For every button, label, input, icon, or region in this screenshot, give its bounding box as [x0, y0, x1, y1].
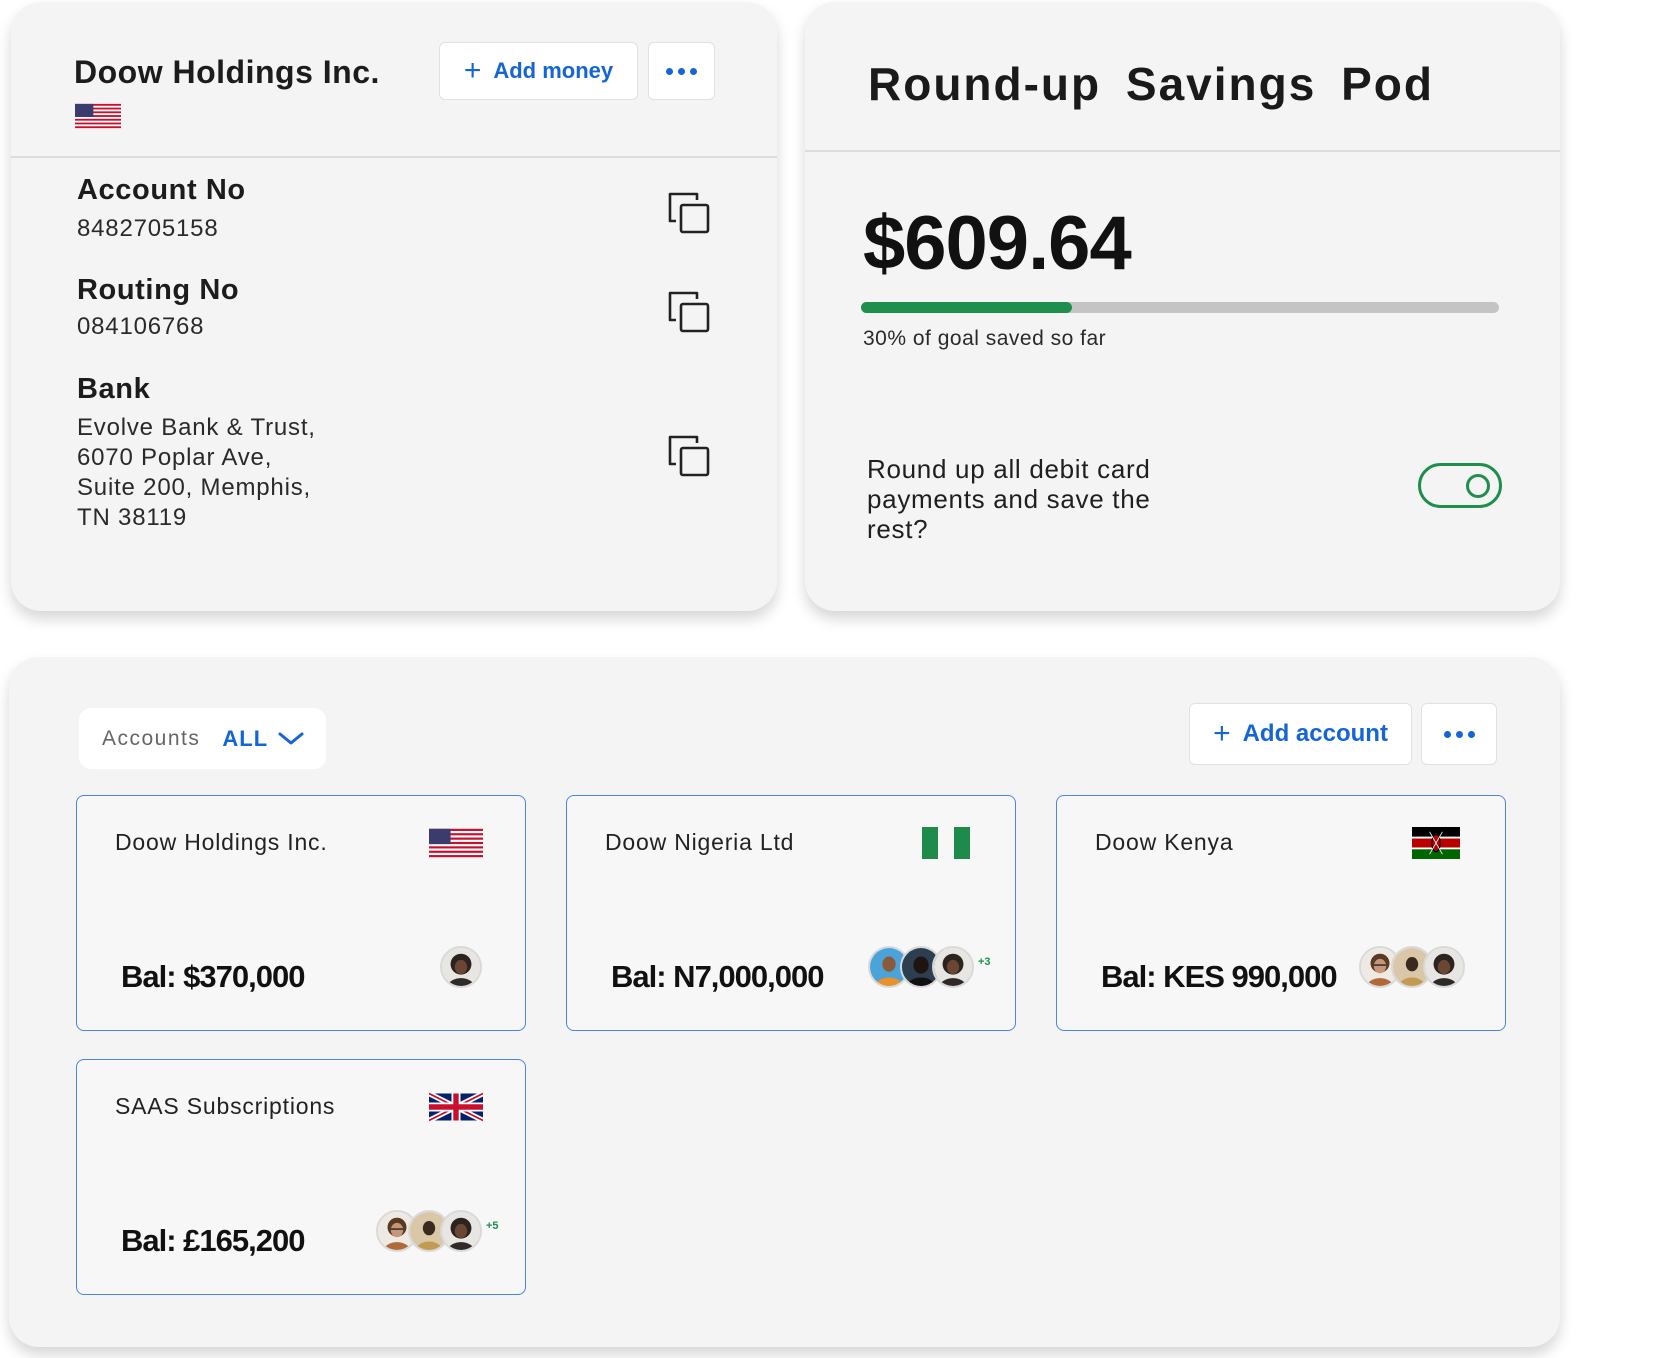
accounts-more-button[interactable] — [1421, 703, 1497, 765]
progress-caption: 30% of goal saved so far — [863, 327, 1107, 350]
kenya-flag-icon — [1409, 827, 1463, 859]
accounts-panel: Accounts ALL + Add account Doow Holdings… — [9, 657, 1560, 1347]
copy-bank-icon[interactable] — [666, 433, 712, 479]
account-card-doow-nigeria[interactable]: Doow Nigeria Ltd Bal: N7,000,000 +3 — [566, 795, 1016, 1031]
account-details-card: Doow Holdings Inc. + Add money Account N… — [11, 2, 777, 611]
account-card-name: Doow Holdings Inc. — [115, 829, 328, 855]
bank-address-line: 6070 Poplar Ave, — [77, 444, 273, 471]
toggle-knob — [1466, 474, 1490, 498]
copy-account-no-icon[interactable] — [666, 190, 712, 236]
accounts-filter-dropdown[interactable]: Accounts ALL — [79, 708, 326, 769]
bank-address-line: TN 38119 — [77, 504, 188, 531]
account-card-header: Doow Holdings Inc. + Add money — [11, 2, 777, 158]
bank-label: Bank — [77, 373, 151, 405]
roundup-question: Round up all debit card payments and sav… — [867, 454, 1151, 544]
account-card-name: SAAS Subscriptions — [115, 1093, 336, 1119]
pod-title: Round-up Savings Pod — [868, 58, 1434, 110]
account-card-doow-holdings[interactable]: Doow Holdings Inc. Bal: $370,000 — [76, 795, 526, 1031]
us-flag-icon — [429, 827, 483, 859]
more-options-icon — [666, 67, 697, 75]
account-no-label: Account No — [77, 174, 246, 206]
member-avatars — [1359, 946, 1465, 988]
pod-amount: $609.64 — [863, 201, 1132, 286]
add-account-button[interactable]: + Add account — [1189, 703, 1412, 765]
savings-progress-bar — [861, 302, 1499, 313]
account-more-button[interactable] — [648, 42, 715, 100]
routing-no-value: 084106768 — [77, 313, 205, 340]
pod-header: Round-up Savings Pod — [805, 2, 1560, 152]
member-avatars: +3 — [868, 946, 991, 988]
nigeria-flag-icon — [919, 827, 973, 859]
extra-members-count: +5 — [486, 1220, 499, 1232]
plus-icon: + — [1213, 717, 1231, 750]
filter-value: ALL — [222, 725, 269, 751]
chevron-down-icon — [278, 732, 304, 744]
account-card-balance: Bal: N7,000,000 — [611, 959, 824, 994]
account-card-balance: Bal: $370,000 — [121, 959, 305, 994]
account-card-saas-subscriptions[interactable]: SAAS Subscriptions Bal: £165,200 +5 — [76, 1059, 526, 1295]
more-options-icon — [1443, 730, 1475, 738]
savings-pod-card: Round-up Savings Pod $609.64 30% of goal… — [805, 2, 1560, 611]
member-avatars — [440, 946, 482, 988]
account-title: Doow Holdings Inc. — [74, 54, 380, 90]
plus-icon: + — [463, 54, 482, 87]
avatar — [440, 1210, 482, 1252]
extra-members-count: +3 — [978, 956, 991, 968]
filter-label: Accounts — [102, 726, 201, 750]
avatar — [440, 946, 482, 988]
routing-no-label: Routing No — [77, 274, 240, 306]
us-flag-icon — [75, 103, 121, 129]
add-account-label: Add account — [1242, 720, 1388, 747]
avatar — [1423, 946, 1465, 988]
roundup-toggle[interactable] — [1418, 463, 1502, 508]
account-card-name: Doow Nigeria Ltd — [605, 829, 795, 855]
account-card-name: Doow Kenya — [1095, 829, 1234, 855]
copy-routing-no-icon[interactable] — [666, 289, 712, 335]
account-card-balance: Bal: £165,200 — [121, 1223, 305, 1258]
savings-progress-fill — [861, 302, 1072, 313]
bank-address: Evolve Bank & Trust, 6070 Poplar Ave, Su… — [77, 413, 316, 533]
avatar — [932, 946, 974, 988]
account-no-value: 8482705158 — [77, 215, 219, 242]
bank-address-line: Suite 200, Memphis, — [77, 474, 311, 501]
member-avatars: +5 — [376, 1210, 499, 1252]
bank-address-line: Evolve Bank & Trust, — [77, 414, 316, 441]
add-money-button[interactable]: + Add money — [439, 42, 638, 100]
account-card-doow-kenya[interactable]: Doow Kenya Bal: KES 990,000 — [1056, 795, 1506, 1031]
uk-flag-icon — [429, 1091, 483, 1123]
add-money-label: Add money — [493, 58, 614, 83]
account-card-balance: Bal: KES 990,000 — [1101, 959, 1338, 994]
